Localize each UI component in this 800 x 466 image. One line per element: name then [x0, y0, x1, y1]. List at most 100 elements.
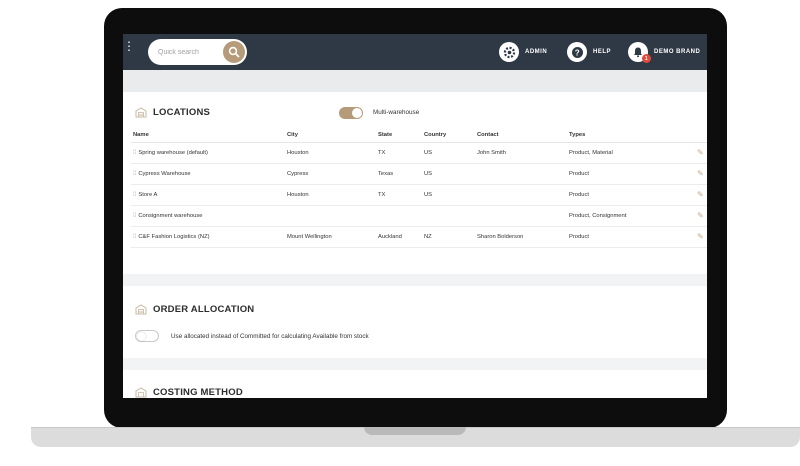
column-header-city[interactable]: City [285, 128, 376, 143]
use-allocated-toggle[interactable] [135, 330, 159, 342]
cell-country [422, 205, 475, 227]
column-header-contact[interactable]: Contact [475, 128, 567, 143]
top-navigation-bar: ⋮ ADMIN ? [123, 34, 707, 70]
app-screen: ⋮ ADMIN ? [123, 34, 707, 398]
location-name: Spring warehouse (default) [138, 149, 208, 156]
cell-types: Product, Material [567, 142, 695, 164]
table-row[interactable]: ⁞⁞ Store A Houston TX US Product ✎ [131, 184, 707, 206]
drag-handle-icon[interactable]: ⁞⁞ [133, 213, 136, 219]
drag-handle-icon[interactable]: ⁞⁞ [133, 171, 136, 177]
cell-name: ⁞⁞ C&F Fashion Logistics (NZ) [131, 226, 285, 248]
cell-country: US [422, 142, 475, 164]
location-name: Cypress Warehouse [138, 170, 191, 177]
warehouse-icon [135, 107, 147, 118]
cell-state: TX [376, 142, 422, 164]
costing-method-header: COSTING METHOD [135, 387, 243, 398]
table-row[interactable]: ⁞⁞ Consignment warehouse Product, Consign… [131, 205, 707, 227]
pencil-icon[interactable]: ✎ [697, 232, 704, 241]
column-header-types[interactable]: Types [567, 128, 695, 143]
table-row[interactable]: ⁞⁞ Cypress Warehouse Cypress Texas US Pro… [131, 163, 707, 185]
search-icon [228, 46, 240, 58]
drag-handle-icon[interactable]: ⁞⁞ [133, 234, 136, 240]
cell-state [376, 205, 422, 227]
warehouse-icon [135, 387, 147, 398]
cell-city: Houston [285, 142, 376, 164]
cell-types: Product [567, 163, 695, 185]
cell-types: Product [567, 184, 695, 206]
menu-icon[interactable]: ⋮ [123, 40, 135, 58]
cell-contact: John Smith [475, 142, 567, 164]
user-label[interactable]: DEMO BRAND [654, 49, 700, 55]
cell-state: Auckland [376, 226, 422, 248]
column-header-state[interactable]: State [376, 128, 422, 143]
notifications-button[interactable]: 1 DEMO BRAND [628, 40, 700, 64]
warehouse-icon [135, 304, 147, 315]
cell-edit: ✎ [695, 205, 707, 227]
cell-types: Product, Consignment [567, 205, 695, 227]
toggle-knob [352, 108, 362, 118]
costing-method-title: COSTING METHOD [153, 387, 243, 398]
gear-icon [499, 42, 519, 62]
cell-edit: ✎ [695, 184, 707, 206]
cell-name: ⁞⁞ Spring warehouse (default) [131, 142, 285, 164]
costing-method-card: COSTING METHOD [123, 370, 707, 398]
cell-contact [475, 163, 567, 185]
admin-label: ADMIN [525, 49, 548, 55]
cell-country: US [422, 163, 475, 185]
help-icon: ? [567, 42, 587, 62]
location-name: Store A [138, 191, 158, 198]
locations-card: LOCATIONS Multi-warehouse Name City Stat… [123, 92, 707, 274]
cell-edit: ✎ [695, 163, 707, 185]
locations-header: LOCATIONS [135, 107, 210, 118]
column-header-country[interactable]: Country [422, 128, 475, 143]
laptop-notch [364, 427, 466, 435]
order-allocation-title: ORDER ALLOCATION [153, 304, 255, 315]
quick-search [148, 39, 247, 65]
search-button[interactable] [223, 41, 245, 63]
cell-types: Product [567, 226, 695, 248]
table-row[interactable]: ⁞⁞ C&F Fashion Logistics (NZ) Mount Welli… [131, 226, 707, 248]
help-menu[interactable]: ? HELP [567, 40, 611, 64]
cell-contact [475, 205, 567, 227]
cell-edit: ✎ [695, 226, 707, 248]
cell-country: NZ [422, 226, 475, 248]
locations-table: Name City State Country Contact Types ⁞⁞… [131, 128, 707, 248]
pencil-icon[interactable]: ✎ [697, 190, 704, 199]
multi-warehouse-toggle[interactable] [339, 107, 363, 119]
use-allocated-label: Use allocated instead of Committed for c… [171, 333, 369, 340]
pencil-icon[interactable]: ✎ [697, 148, 704, 157]
cell-city: Houston [285, 184, 376, 206]
admin-menu[interactable]: ADMIN [499, 40, 547, 64]
page-spacer [123, 70, 707, 92]
toggle-knob [137, 332, 146, 341]
cell-name: ⁞⁞ Cypress Warehouse [131, 163, 285, 185]
order-allocation-header: ORDER ALLOCATION [135, 304, 254, 315]
column-header-actions [695, 128, 707, 143]
cell-name: ⁞⁞ Consignment warehouse [131, 205, 285, 227]
pencil-icon[interactable]: ✎ [697, 169, 704, 178]
column-header-name[interactable]: Name [131, 128, 285, 143]
search-input[interactable] [158, 45, 222, 59]
drag-handle-icon[interactable]: ⁞⁞ [133, 192, 136, 198]
location-name: C&F Fashion Logistics (NZ) [138, 233, 210, 240]
order-allocation-card: ORDER ALLOCATION Use allocated instead o… [123, 286, 707, 358]
cell-country: US [422, 184, 475, 206]
table-header-row: Name City State Country Contact Types [131, 128, 707, 143]
drag-handle-icon[interactable]: ⁞⁞ [133, 150, 136, 156]
cell-contact: Sharon Bolderson [475, 226, 567, 248]
locations-title: LOCATIONS [153, 107, 211, 118]
location-name: Consignment warehouse [138, 212, 203, 219]
cell-city [285, 205, 376, 227]
cell-contact [475, 184, 567, 206]
cell-state: TX [376, 184, 422, 206]
multi-warehouse-label: Multi-warehouse [373, 109, 420, 116]
cell-city: Cypress [285, 163, 376, 185]
table-row[interactable]: ⁞⁞ Spring warehouse (default) Houston TX … [131, 142, 707, 164]
cell-city: Mount Wellington [285, 226, 376, 248]
notification-badge: 1 [642, 54, 651, 63]
help-label: HELP [593, 49, 612, 55]
cell-edit: ✎ [695, 142, 707, 164]
cell-state: Texas [376, 163, 422, 185]
pencil-icon[interactable]: ✎ [697, 211, 704, 220]
svg-text:?: ? [574, 48, 579, 57]
